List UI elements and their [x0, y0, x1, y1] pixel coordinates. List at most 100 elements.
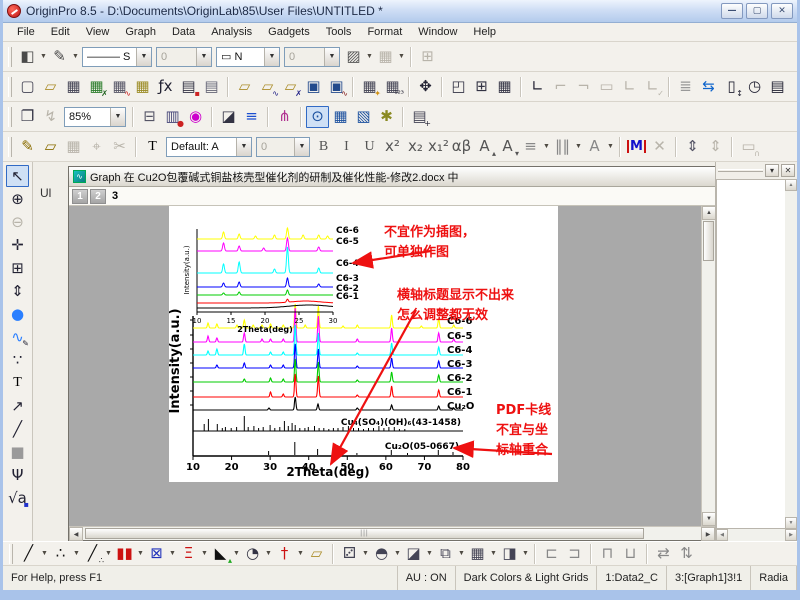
- zoom-select-dropdown-icon[interactable]: ▼: [110, 108, 125, 126]
- align-top-button[interactable]: ⊓: [596, 543, 619, 565]
- subscript-button[interactable]: x₂: [404, 136, 427, 158]
- stock-plot-dropdown-icon[interactable]: ▼: [296, 550, 305, 557]
- line-color-button[interactable]: ✎: [48, 46, 71, 68]
- toolbar-grip[interactable]: [8, 107, 12, 127]
- menu-window[interactable]: Window: [410, 24, 465, 40]
- equation-tool-button[interactable]: √a▪: [6, 487, 29, 509]
- contour-plot-button[interactable]: ◨: [498, 543, 521, 565]
- edit-graph-button[interactable]: ◪: [217, 106, 240, 128]
- new-workbook-button[interactable]: ▦: [62, 76, 85, 98]
- scroll-right-button[interactable]: ▶: [701, 527, 715, 541]
- open-folder-button[interactable]: ▱: [39, 76, 62, 98]
- 3d-bars-dropdown-icon[interactable]: ▼: [457, 550, 466, 557]
- edit-annotation-button[interactable]: ✎: [16, 136, 39, 158]
- scroll-down-button[interactable]: ▼: [702, 512, 715, 526]
- fill-pattern-button[interactable]: ▨: [342, 46, 365, 68]
- page-tab-1[interactable]: 1: [72, 189, 88, 204]
- column-plot-dropdown-icon[interactable]: ▼: [136, 550, 145, 557]
- save-project-button[interactable]: ▣: [302, 76, 325, 98]
- new-layout-button[interactable]: ▤▪: [177, 76, 200, 98]
- worksheet-view-button[interactable]: ▦: [329, 106, 352, 128]
- menu-tools[interactable]: Tools: [318, 24, 360, 40]
- superscript-button[interactable]: x²: [381, 136, 404, 158]
- graph-page[interactable]: 10203040506070802Theta(deg)Intensity(a.u…: [169, 206, 558, 482]
- menu-format[interactable]: Format: [359, 24, 410, 40]
- line-color-dropdown-icon[interactable]: ▼: [71, 53, 80, 60]
- fill-pattern-dropdown-icon[interactable]: ▼: [365, 53, 374, 60]
- menu-gadgets[interactable]: Gadgets: [260, 24, 318, 40]
- fitting-gear-button[interactable]: ✱: [375, 106, 398, 128]
- new-matrix-button[interactable]: ▦: [131, 76, 154, 98]
- arrow-tool-button[interactable]: ↗: [6, 395, 29, 417]
- border-style-select-dropdown-icon[interactable]: ▼: [264, 48, 279, 66]
- fill-color-dropdown-icon[interactable]: ▼: [39, 53, 48, 60]
- arrange-layers-button[interactable]: ≡: [240, 106, 263, 128]
- panel-grip[interactable]: [718, 169, 763, 172]
- layer-grid9-button[interactable]: ▦: [493, 76, 516, 98]
- scroll-left-button[interactable]: ◀: [69, 527, 83, 541]
- horizontal-scroll-thumb[interactable]: |||: [85, 528, 644, 539]
- swap-xy-button[interactable]: ⇆: [697, 76, 720, 98]
- 3d-matrix-dropdown-icon[interactable]: ▼: [489, 550, 498, 557]
- panel-close-button[interactable]: ✕: [781, 164, 795, 177]
- layer-grid4-button[interactable]: ⊞: [470, 76, 493, 98]
- greek-button[interactable]: αβ: [450, 136, 473, 158]
- docked-panel-header[interactable]: ▾ ✕: [716, 162, 797, 179]
- toolbar-grip[interactable]: [8, 47, 12, 67]
- open-excel-button[interactable]: ▱∿: [256, 76, 279, 98]
- area-plot-dropdown-icon[interactable]: ▼: [232, 550, 241, 557]
- box-plot-button[interactable]: Ξ: [177, 543, 200, 565]
- menu-data[interactable]: Data: [164, 24, 203, 40]
- underline-button[interactable]: U: [358, 136, 381, 158]
- new-graph-button[interactable]: ▦∿: [108, 76, 131, 98]
- zoom-in-tool-button[interactable]: ⊕: [6, 188, 29, 210]
- contour-plot-dropdown-icon[interactable]: ▼: [521, 550, 530, 557]
- menu-view[interactable]: View: [78, 24, 118, 40]
- line-plot-dropdown-icon[interactable]: ▼: [40, 550, 49, 557]
- spacing-button[interactable]: ‖‖: [551, 136, 574, 158]
- import-ascii-button[interactable]: ▦¹²³: [381, 76, 404, 98]
- new-excel-button[interactable]: ▦✗: [85, 76, 108, 98]
- movie-button[interactable]: ◉: [184, 106, 207, 128]
- page-tab-3[interactable]: 3: [108, 190, 122, 202]
- line-style-select-dropdown-icon[interactable]: ▼: [136, 48, 151, 66]
- multi-panel-plot-button[interactable]: ⊠: [145, 543, 168, 565]
- menu-edit[interactable]: Edit: [43, 24, 78, 40]
- grid-pattern-dropdown-icon[interactable]: ▼: [397, 53, 406, 60]
- box-plot-dropdown-icon[interactable]: ▼: [200, 550, 209, 557]
- align-dropdown-icon[interactable]: ▼: [542, 143, 551, 150]
- menu-analysis[interactable]: Analysis: [203, 24, 260, 40]
- text-style-button[interactable]: T: [141, 136, 164, 158]
- 3d-matrix-button[interactable]: ▦: [466, 543, 489, 565]
- border-style-select[interactable]: ▭ N▼: [216, 47, 280, 67]
- increase-font-button[interactable]: A▴: [473, 136, 496, 158]
- page-tab-2[interactable]: 2: [90, 189, 106, 204]
- stock-plot-button[interactable]: †: [273, 543, 296, 565]
- zoom-panel-button[interactable]: ⊙: [306, 106, 329, 128]
- column-plot-button[interactable]: ▮▮: [113, 543, 136, 565]
- cluster-tool-button[interactable]: ∵: [6, 349, 29, 371]
- slideshow-button[interactable]: ▥●: [161, 106, 184, 128]
- data-selector-button[interactable]: ⇕: [6, 280, 29, 302]
- open-button[interactable]: ▱: [233, 76, 256, 98]
- 3d-scatter-button[interactable]: ⚂: [338, 543, 361, 565]
- line-tool-button[interactable]: ╱: [6, 418, 29, 440]
- polar-plot-dropdown-icon[interactable]: ▼: [264, 550, 273, 557]
- 3d-scatter-dropdown-icon[interactable]: ▼: [361, 550, 370, 557]
- screen-reader-button[interactable]: ✛: [6, 234, 29, 256]
- zoom-select[interactable]: 85%▼: [64, 107, 126, 127]
- decrease-font-button[interactable]: A▾: [496, 136, 519, 158]
- layer-management-button[interactable]: ⋔: [273, 106, 296, 128]
- restore-button[interactable]: ▢: [746, 3, 768, 19]
- new-notes-button[interactable]: ▤: [200, 76, 223, 98]
- vertical-scroll-thumb[interactable]: [703, 221, 714, 261]
- line-symbol-plot-button[interactable]: ╱∴: [81, 543, 104, 565]
- line-plot-button[interactable]: ╱: [17, 543, 40, 565]
- panel-collapse-button[interactable]: ▾: [765, 164, 779, 177]
- pointer-tool-button[interactable]: ↖: [6, 165, 29, 187]
- toolbar-grip[interactable]: [8, 77, 12, 97]
- scatter-plot-button[interactable]: ∴: [49, 543, 72, 565]
- add-object-button[interactable]: ▱: [39, 136, 62, 158]
- 3d-surface-dropdown-icon[interactable]: ▼: [425, 550, 434, 557]
- distribute-v-button[interactable]: ⇅: [675, 543, 698, 565]
